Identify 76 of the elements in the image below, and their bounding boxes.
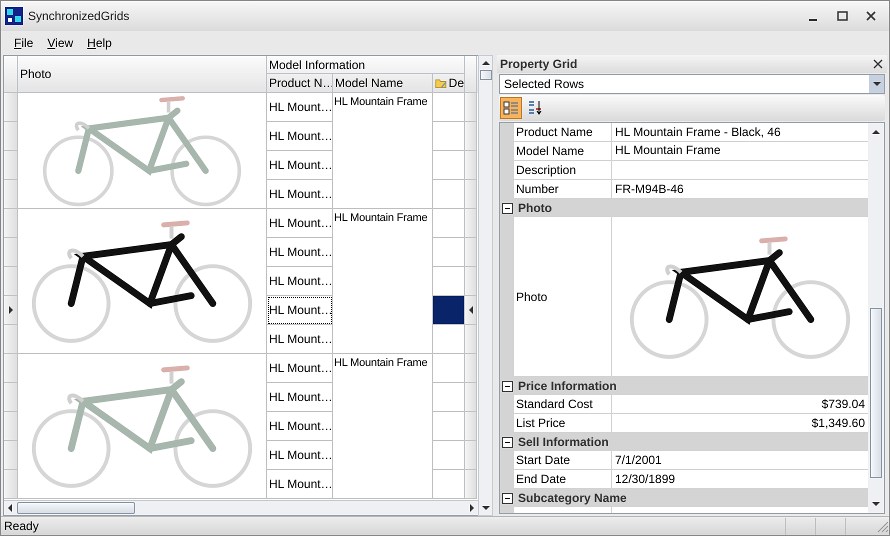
scrollbar-thumb[interactable] (17, 502, 135, 514)
column-header[interactable]: Photo (18, 56, 267, 93)
row-pointer-icon (8, 306, 14, 314)
property-value[interactable] (612, 161, 868, 180)
category-label: Subcategory Name (518, 491, 627, 505)
table-cell: HL Mount… (267, 267, 333, 296)
collapse-icon[interactable] (502, 380, 513, 392)
property-value[interactable]: FR-M94B-46 (612, 180, 868, 199)
table-cell: HL Mount… (267, 412, 333, 441)
column-header-label: De (448, 76, 464, 90)
row-header[interactable] (465, 296, 477, 325)
category-label: Photo (518, 201, 552, 215)
scroll-up-icon (482, 60, 490, 66)
property-name: Number (514, 180, 612, 199)
close-icon[interactable] (873, 59, 883, 69)
scrollbar-thumb[interactable] (870, 308, 882, 478)
collapse-icon[interactable] (502, 436, 513, 448)
vertical-scrollbar[interactable] (868, 123, 884, 513)
table-cell: HL Mount… (267, 296, 333, 325)
table-cell: HL Mount… (267, 180, 333, 209)
sort-icon (527, 100, 543, 116)
table-cell: HL Mount… (267, 383, 333, 412)
categorized-list-icon (503, 100, 519, 116)
categorized-button[interactable] (500, 97, 522, 119)
row-pointer-icon (468, 306, 474, 314)
scroll-up-icon (872, 129, 880, 135)
collapse-icon[interactable] (502, 202, 513, 214)
property-value[interactable]: $739.04 (612, 395, 868, 414)
scroll-right-icon (469, 504, 475, 512)
property-value[interactable]: 12/30/1899 (612, 470, 868, 489)
property-value[interactable]: HL Mountain Frame (612, 142, 868, 161)
collapse-icon[interactable] (502, 492, 513, 504)
table-cell: HL Mount… (267, 470, 333, 499)
maximize-icon (836, 11, 848, 21)
table-cell: HL Mount… (267, 325, 333, 354)
property-value[interactable]: 7/1/2001 (612, 451, 868, 470)
minimize-icon (809, 19, 817, 21)
menu-item[interactable]: File (7, 34, 40, 52)
table-cell: HL Mount… (267, 209, 333, 238)
object-dropdown[interactable]: Selected Rows (499, 74, 885, 94)
scroll-down-icon (482, 505, 490, 511)
property-name: Start Date (514, 451, 612, 470)
property-name: Photo (514, 217, 612, 377)
category-label: Sell Information (518, 435, 609, 449)
app-icon (5, 7, 23, 25)
table-cell: HL Mount… (267, 151, 333, 180)
resize-grip-icon[interactable] (875, 519, 889, 533)
scroll-left-icon (7, 504, 13, 512)
property-name: Product Name (514, 123, 612, 142)
category-label: Price Information (518, 379, 617, 393)
band-header: Model Information (267, 56, 465, 74)
scroll-down-icon (872, 501, 880, 507)
table-cell: HL Mount… (267, 441, 333, 470)
property-name: List Price (514, 414, 612, 433)
table-cell: HL Mount… (267, 122, 333, 151)
row-header[interactable] (4, 296, 18, 325)
dropdown-arrow-icon (872, 81, 880, 87)
menu-item[interactable]: Help (80, 34, 119, 52)
property-value[interactable]: HL Mountain Frame - Black, 46 (612, 123, 868, 142)
window-title: SynchronizedGrids (28, 9, 130, 23)
close-icon (866, 11, 876, 21)
property-name: Model Name (514, 142, 612, 161)
table-cell: HL Mount… (267, 238, 333, 267)
property-name: Description (514, 161, 612, 180)
scrollbar-thumb[interactable] (480, 70, 492, 80)
table-cell: HL Mount… (267, 354, 333, 383)
horizontal-scrollbar[interactable] (4, 500, 478, 515)
menu-item[interactable]: View (40, 34, 80, 52)
panel-title: Property Grid (500, 57, 578, 71)
property-value[interactable]: $1,349.60 (612, 414, 868, 433)
property-name: End Date (514, 470, 612, 489)
column-header[interactable]: Model Name (333, 74, 433, 93)
status-text: Ready (3, 519, 40, 533)
property-name: Standard Cost (514, 395, 612, 414)
table-cell: HL Mount… (267, 93, 333, 122)
vertical-scrollbar[interactable] (478, 55, 493, 516)
